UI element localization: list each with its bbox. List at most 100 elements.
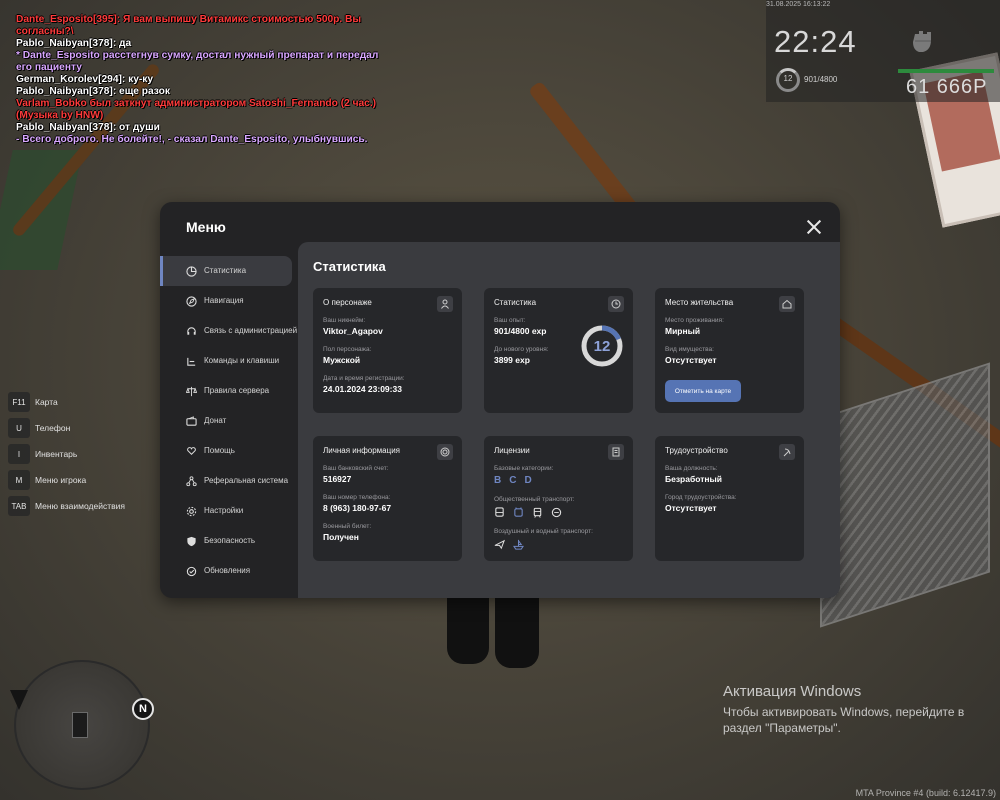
card-title: Трудоустройство	[665, 446, 728, 455]
chat-line: Varlam_Bobko был заткнут администратором…	[16, 98, 379, 121]
field-label: Ваш опыт:	[494, 317, 526, 324]
sidebar-item-navigation[interactable]: Навигация	[160, 286, 298, 316]
keybind-row: F11 Карта	[8, 389, 125, 415]
hud-clock: 22:24	[774, 24, 857, 59]
compass-icon	[186, 295, 197, 307]
air-water-transport-icons	[494, 539, 623, 550]
sidebar-item-updates[interactable]: Обновления	[160, 556, 298, 586]
tram-icon	[533, 507, 542, 518]
license-categories: B C D	[494, 475, 623, 486]
chat-line: Pablo_Naibyan[378]: от души	[16, 122, 160, 133]
pickaxe-icon	[783, 448, 791, 457]
card-icon-button	[779, 296, 795, 312]
chat-line: * Dante_Esposito расстегнув сумку, доста…	[16, 50, 382, 73]
registration-value: 24.01.2024 23:09:33	[323, 384, 402, 394]
sidebar-item-label: Донат	[204, 416, 227, 425]
sidebar-item-statistics[interactable]: Статистика	[160, 256, 292, 286]
job-city-value: Отсутствует	[665, 503, 717, 513]
sidebar-item-label: Навигация	[204, 296, 244, 305]
menu-title: Меню	[186, 219, 226, 235]
card-icon-button	[779, 444, 795, 460]
waypoint-arrow-icon	[10, 690, 28, 710]
hands-heart-icon	[187, 446, 196, 455]
person-icon	[441, 299, 449, 309]
keybind-row: U Телефон	[8, 415, 125, 441]
boat-icon	[513, 539, 524, 550]
field-label: Пол персонажа:	[323, 346, 372, 353]
plane-icon	[494, 539, 505, 550]
field-label: Вид имущества:	[665, 346, 714, 353]
license-category: B	[494, 475, 502, 486]
mark-on-map-button[interactable]: Отметить на карте	[665, 380, 741, 402]
refresh-icon	[186, 566, 197, 576]
position-value: Безработный	[665, 474, 722, 484]
field-label: Город трудоустройства:	[665, 494, 737, 501]
sidebar-item-settings[interactable]: Настройки	[160, 496, 298, 526]
hud-panel: 31.08.2025 16:13:22 22:24 12 901/4800 61…	[766, 0, 1000, 102]
phone-value: 8 (963) 180-97-67	[323, 503, 392, 513]
license-icon	[612, 447, 620, 457]
sidebar-item-referral[interactable]: Реферальная система	[160, 466, 298, 496]
card-title: Статистика	[494, 298, 537, 307]
fist-icon	[913, 31, 931, 52]
field-label: Ваш банковский счет:	[323, 465, 389, 472]
keybind-label: Меню взаимодействия	[35, 501, 125, 511]
level-value: 12	[593, 337, 611, 355]
character-leg	[495, 598, 539, 668]
field-label: Общественный транспорт:	[494, 496, 575, 503]
command-icon	[187, 357, 196, 366]
card-title: Личная информация	[323, 446, 401, 455]
shield-icon	[187, 536, 196, 546]
sidebar-item-donate[interactable]: Донат	[160, 406, 298, 436]
activation-text: Чтобы активировать Windows, перейдите в …	[723, 705, 965, 735]
pie-chart-icon	[186, 265, 197, 277]
field-label: Воздушный и водный транспорт:	[494, 528, 593, 535]
sidebar-item-commands[interactable]: Команды и клавиши	[160, 346, 298, 376]
character-card: О персонаже Ваш никнейм: Viktor_Agapov П…	[313, 288, 462, 413]
keybind-row: I Инвентарь	[8, 441, 125, 467]
health-bar	[898, 69, 994, 73]
menu-sidebar: Статистика Навигация Связь с администрац…	[160, 256, 298, 586]
card-icon-button	[437, 296, 453, 312]
sidebar-item-label: Статистика	[204, 266, 247, 275]
north-icon: N	[132, 698, 154, 720]
statistics-card: Статистика Ваш опыт: 901/4800 exp До нов…	[484, 288, 633, 413]
field-label: Военный билет:	[323, 523, 372, 530]
home-icon	[782, 299, 792, 309]
card-title: Лицензии	[494, 446, 530, 455]
fingerprint-icon	[440, 447, 450, 457]
sidebar-item-label: Помощь	[204, 446, 235, 455]
keybind-label: Карта	[35, 397, 58, 407]
trolleybus-icon	[514, 507, 523, 517]
sidebar-item-security[interactable]: Безопасность	[160, 526, 298, 556]
wallet-icon	[186, 415, 197, 426]
card-icon-button	[437, 444, 453, 460]
hud-date: 31.08.2025 16:13:22	[766, 1, 831, 8]
keybind-label: Инвентарь	[35, 449, 78, 459]
field-label: Ваша должность:	[665, 465, 718, 472]
sidebar-item-label: Обновления	[204, 566, 251, 575]
keybind-row: M Меню игрока	[8, 467, 125, 493]
scales-icon	[186, 386, 197, 396]
property-value: Отсутствует	[665, 355, 717, 365]
gear-icon	[186, 506, 197, 516]
nickname-value: Viktor_Agapov	[323, 326, 383, 336]
keybind-label: Телефон	[35, 423, 71, 433]
license-category: D	[524, 475, 532, 486]
sidebar-item-help[interactable]: Помощь	[160, 436, 298, 466]
field-label: Место проживания:	[665, 317, 724, 324]
sidebar-item-rules[interactable]: Правила сервера	[160, 376, 298, 406]
employment-card: Трудоустройство Ваша должность: Безработ…	[655, 436, 804, 561]
hud-level: 12	[783, 74, 793, 83]
sidebar-item-admin-contact[interactable]: Связь с администрацией	[160, 316, 298, 346]
chat-line: Pablo_Naibyan[378]: еще разок	[16, 86, 170, 97]
licenses-card: Лицензии Базовые категории: B C D Общест…	[484, 436, 633, 561]
residence-value: Мирный	[665, 326, 701, 336]
card-title: О персонаже	[323, 298, 372, 307]
clock-icon	[611, 299, 621, 309]
sidebar-item-label: Безопасность	[204, 536, 256, 545]
field-label: Ваш номер телефона:	[323, 494, 391, 501]
close-icon[interactable]	[806, 219, 822, 235]
chat-line: Pablo_Naibyan[378]: да	[16, 38, 132, 49]
residence-card: Место жительства Место проживания: Мирны…	[655, 288, 804, 413]
